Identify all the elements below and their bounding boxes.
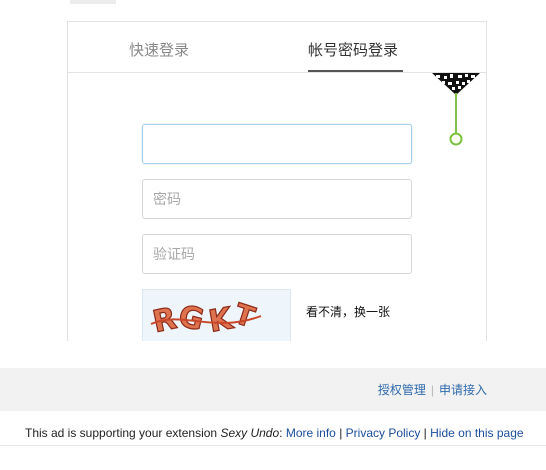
active-tab-indicator: [308, 70, 403, 72]
ad-separator: |: [420, 426, 431, 440]
ad-more-info-link[interactable]: More info: [286, 426, 336, 440]
top-edge-fragment: [70, 0, 116, 4]
footer-bar: 授权管理 | 申请接入: [0, 368, 546, 411]
ad-colon: :: [279, 426, 286, 440]
qr-login-toggle[interactable]: [432, 73, 480, 149]
qr-code-icon: [432, 73, 480, 146]
captcha-refresh-link[interactable]: 看不清，换一张: [306, 303, 390, 320]
captcha-image[interactable]: R G K T: [142, 289, 291, 341]
login-tabs: 快速登录 帐号密码登录: [68, 22, 486, 73]
ad-prefix-text: This ad is supporting your extension: [25, 426, 221, 440]
login-panel: 快速登录 帐号密码登录 R G: [67, 21, 487, 341]
footer-link-authorization[interactable]: 授权管理: [378, 383, 426, 397]
ad-privacy-policy-link[interactable]: Privacy Policy: [346, 426, 421, 440]
extension-ad-bar: This ad is supporting your extension Sex…: [25, 426, 524, 440]
tab-account-password-login[interactable]: 帐号密码登录: [308, 41, 398, 61]
footer-link-apply[interactable]: 申请接入: [439, 383, 487, 397]
ad-extension-name: Sexy Undo: [220, 426, 280, 440]
password-input[interactable]: [142, 179, 412, 219]
account-input[interactable]: [142, 124, 412, 164]
captcha-char-4: T: [230, 297, 258, 334]
footer-separator: |: [430, 383, 434, 397]
captcha-glyphs: R G K T: [149, 296, 262, 341]
ad-separator: |: [335, 426, 346, 440]
tab-quick-login[interactable]: 快速登录: [129, 41, 189, 61]
footer-links: 授权管理 | 申请接入: [378, 383, 487, 397]
captcha-input[interactable]: [142, 234, 412, 274]
ad-hide-link[interactable]: Hide on this page: [430, 426, 523, 440]
ad-divider: [0, 445, 546, 446]
